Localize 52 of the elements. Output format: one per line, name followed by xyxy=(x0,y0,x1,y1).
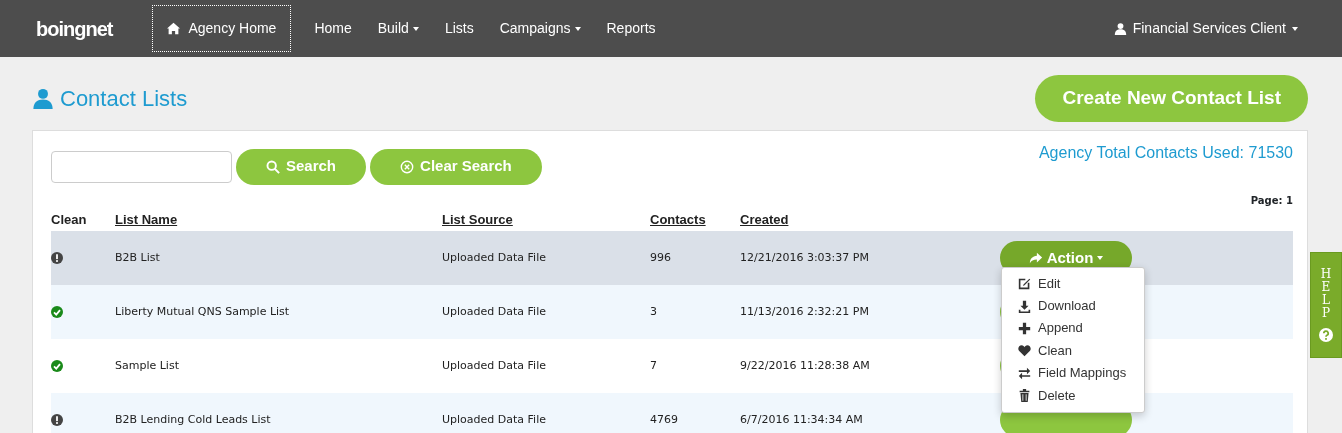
column-header: Clean xyxy=(51,210,88,229)
help-icon xyxy=(1319,328,1333,343)
total-contacts-text: Agency Total Contacts Used: 71530 xyxy=(1038,142,1293,163)
menu-item[interactable]: Append xyxy=(1002,317,1144,340)
menu-item[interactable]: Clean xyxy=(1002,339,1144,363)
search-icon xyxy=(266,159,280,174)
caret-icon xyxy=(1292,26,1298,31)
table-cell-text: 4769 xyxy=(650,411,678,428)
nav-link[interactable]: Home xyxy=(301,18,365,39)
table-cell-text: Uploaded Data File xyxy=(442,357,546,374)
page-title: Contact Lists xyxy=(60,84,188,113)
table-cell-text: 3 xyxy=(650,303,657,320)
search-field[interactable] xyxy=(51,150,232,183)
plus-icon xyxy=(1018,322,1031,335)
logo[interactable]: boingnet xyxy=(36,13,113,44)
table-cell-text: Sample List xyxy=(115,357,179,374)
table-cell-text: B2B List xyxy=(115,249,160,266)
table-cell-text: B2B Lending Cold Leads List xyxy=(115,411,271,428)
swap-arrows-icon xyxy=(1018,366,1031,380)
column-header[interactable]: List Name xyxy=(115,207,442,231)
download-icon xyxy=(1018,299,1031,313)
clear-icon xyxy=(400,159,415,174)
home-icon xyxy=(167,22,181,35)
edit-icon xyxy=(1018,277,1031,291)
table-cell-text: Uploaded Data File xyxy=(442,411,546,428)
share-arrow-icon xyxy=(1028,251,1043,265)
table-cell-text: 6/7/2016 11:34:34 AM xyxy=(740,411,863,428)
table-cell-text: Uploaded Data File xyxy=(442,249,546,266)
table-cell-text: Liberty Mutual QNS Sample List xyxy=(115,303,290,320)
caret-icon xyxy=(1097,256,1104,260)
nav-link[interactable]: Lists xyxy=(431,18,487,39)
table-cell-text: 9/22/2016 11:28:38 AM xyxy=(740,357,870,374)
user-menu[interactable]: Financial Services Client xyxy=(1113,18,1298,39)
table-cell-text: 11/13/2016 2:32:21 PM xyxy=(740,303,869,320)
heart-icon xyxy=(1018,344,1031,358)
table-cell-text: 12/21/2016 3:03:37 PM xyxy=(740,249,869,266)
table-cell-text: 7 xyxy=(650,357,657,374)
trash-icon xyxy=(1018,389,1031,403)
user-icon xyxy=(1113,22,1127,35)
column-header[interactable]: List Source xyxy=(442,207,650,231)
user-icon xyxy=(32,87,54,110)
table-cell-text: 996 xyxy=(650,249,671,266)
menu-item[interactable]: Field Mappings xyxy=(1002,362,1144,385)
nav-link[interactable]: Campaigns xyxy=(486,18,594,39)
page-number: Page: 1 xyxy=(1250,194,1293,206)
table-cell-text: Uploaded Data File xyxy=(442,303,546,320)
nav-link[interactable]: Build xyxy=(364,18,432,39)
nav-link[interactable]: Reports xyxy=(593,18,669,39)
column-header[interactable]: Contacts xyxy=(650,207,740,231)
agency-home-link[interactable]: Agency Home xyxy=(152,5,292,52)
column-header[interactable]: Created xyxy=(740,207,1000,231)
menu-item[interactable]: Download xyxy=(1002,294,1144,318)
